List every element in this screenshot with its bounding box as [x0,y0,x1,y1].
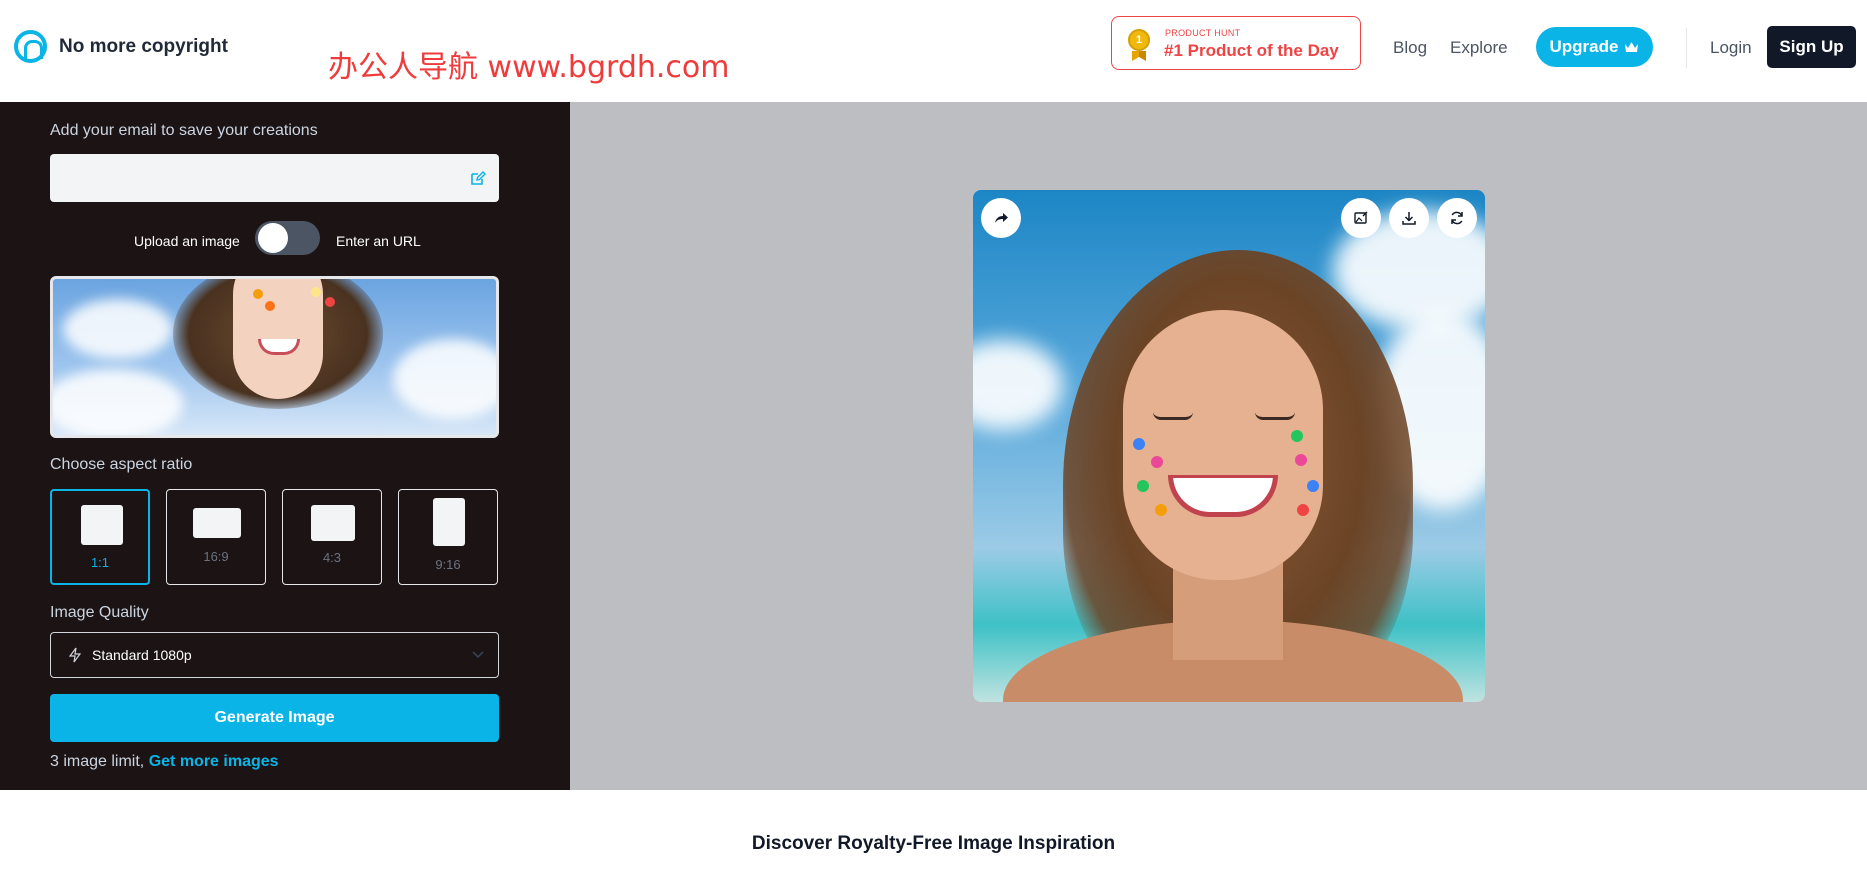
ratio-label-text: 1:1 [90,555,110,570]
sticker-shape [311,287,321,297]
upgrade-button[interactable]: Upgrade [1536,27,1653,67]
ratio-label-text: 9:16 [435,557,461,572]
sticker-shape [1151,456,1163,468]
sticker-shape [1155,504,1167,516]
ratio-shape [81,505,123,545]
cloud-shape [53,369,183,435]
generated-image[interactable] [973,190,1485,702]
watermark-text: 办公人导航 www.bgrdh.com [328,50,730,85]
nav-explore[interactable]: Explore [1450,38,1508,58]
download-icon [1402,212,1416,225]
crown-icon [1625,42,1639,52]
email-label: Add your email to save your creations [50,122,318,139]
uploaded-image-preview[interactable] [50,276,499,438]
sticker-shape [1295,454,1307,466]
sticker-shape [1133,438,1145,450]
nav-blog[interactable]: Blog [1393,38,1427,58]
result-canvas [570,102,1867,790]
discover-heading: Discover Royalty-Free Image Inspiration [751,833,1116,854]
image-limit-text: 3 image limit, Get more images [50,753,279,771]
generator-panel: Add your email to save your creations Up… [0,102,570,790]
image-quality-value: Standard 1080p [92,647,192,663]
cloud-shape [393,339,496,419]
ratio-option-9-16[interactable]: 9:16 [398,489,498,585]
refresh-icon [1451,211,1463,225]
ratio-shape [433,498,465,546]
login-link[interactable]: Login [1710,38,1752,58]
brand-name[interactable]: No more copyright [59,36,228,58]
product-hunt-badge[interactable]: 1 PRODUCT HUNT #1 Product of the Day [1111,16,1361,70]
sticker-shape [1137,480,1149,492]
ratio-label-text: 16:9 [203,549,229,564]
get-more-images-link[interactable]: Get more images [149,753,279,770]
logo-icon[interactable] [14,30,47,63]
face-shape [1123,310,1323,580]
eye-shape [1255,412,1295,420]
cloud-shape [973,340,1063,430]
sticker-shape [1307,480,1319,492]
ratio-option-16-9[interactable]: 16:9 [166,489,266,585]
share-button[interactable] [981,198,1021,238]
upload-image-label[interactable]: Upload an image [134,233,240,249]
ratio-label-text: 4:3 [322,550,342,565]
source-toggle[interactable] [255,221,320,255]
sticker-shape [1297,504,1309,516]
edit-image-button[interactable] [1341,198,1381,238]
email-field[interactable] [50,154,499,202]
aspect-ratio-label: Choose aspect ratio [50,456,193,473]
sticker-shape [253,289,263,299]
product-hunt-label: PRODUCT HUNT [1165,28,1241,38]
ratio-option-1-1[interactable]: 1:1 [50,489,150,585]
face-shape [233,279,323,399]
product-hunt-title: #1 Product of the Day [1164,41,1339,60]
download-button[interactable] [1389,198,1429,238]
toggle-knob [258,223,288,253]
ratio-option-4-3[interactable]: 4:3 [282,489,382,585]
share-icon [995,213,1008,223]
image-quality-label: Image Quality [50,604,149,621]
cloud-shape [63,299,173,359]
top-navbar: No more copyright 办公人导航 www.bgrdh.com 1 … [0,0,1867,102]
chevron-down-icon [472,651,484,659]
signup-button[interactable]: Sign Up [1767,26,1856,68]
generate-image-button[interactable]: Generate Image [50,694,499,742]
sticker-shape [325,297,335,307]
enter-url-label[interactable]: Enter an URL [336,233,421,249]
edit-icon[interactable] [470,170,486,186]
image-quality-select[interactable]: Standard 1080p [50,632,499,678]
divider [1686,28,1687,68]
image-edit-icon [1354,211,1368,224]
medal-icon: 1 [1128,29,1150,51]
ratio-shape [311,505,355,541]
sticker-shape [1291,430,1303,442]
sticker-shape [265,301,275,311]
eye-shape [1153,412,1193,420]
regenerate-button[interactable] [1437,198,1477,238]
ratio-shape [193,508,241,538]
bolt-icon [69,647,81,663]
upgrade-label: Upgrade [1549,37,1619,56]
limit-text: 3 image limit, [50,753,145,770]
